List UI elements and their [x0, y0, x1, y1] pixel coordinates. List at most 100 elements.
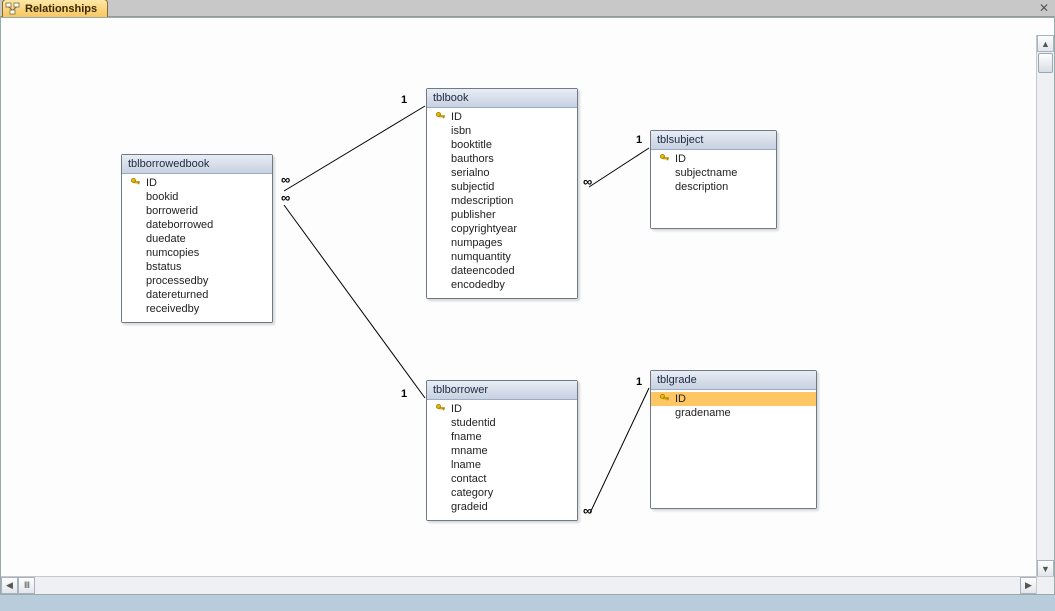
field-label: booktitle [435, 139, 492, 151]
field-id[interactable]: ID [655, 152, 772, 166]
field-label: duedate [130, 233, 186, 245]
field-label: ID [449, 111, 462, 123]
table-header[interactable]: tblgrade [651, 371, 816, 390]
field-label: gradeid [435, 501, 488, 513]
field-mname[interactable]: mname [431, 444, 573, 458]
field-gradeid[interactable]: gradeid [431, 500, 573, 514]
table-body: ID bookid borrowerid dateborrowed duedat… [122, 174, 272, 322]
field-id[interactable]: ID [431, 402, 573, 416]
field-datereturned[interactable]: datereturned [126, 288, 268, 302]
tab-label: Relationships [25, 3, 97, 15]
field-processedby[interactable]: processedby [126, 274, 268, 288]
primary-key-icon [435, 403, 449, 415]
field-label: publisher [435, 209, 496, 221]
table-header[interactable]: tblborrowedbook [122, 155, 272, 174]
scroll-down-button[interactable]: ▼ [1037, 560, 1054, 577]
primary-key-icon [659, 153, 673, 165]
field-id[interactable]: ID [126, 176, 268, 190]
field-label: numquantity [435, 251, 511, 263]
table-body: ID studentid fname mname lname contact c… [427, 400, 577, 520]
primary-key-icon [130, 177, 144, 189]
field-description[interactable]: description [655, 180, 772, 194]
table-header[interactable]: tblsubject [651, 131, 776, 150]
scroll-corner [1036, 576, 1054, 594]
field-contact[interactable]: contact [431, 472, 573, 486]
field-id[interactable]: ID [651, 392, 816, 406]
field-label: dateencoded [435, 265, 515, 277]
scroll-left-button[interactable]: ◀ [1, 577, 18, 594]
field-bookid[interactable]: bookid [126, 190, 268, 204]
field-dateencoded[interactable]: dateencoded [431, 264, 573, 278]
field-lname[interactable]: lname [431, 458, 573, 472]
field-numcopies[interactable]: numcopies [126, 246, 268, 260]
primary-key-icon [435, 111, 449, 123]
field-numquantity[interactable]: numquantity [431, 250, 573, 264]
field-label: ID [673, 393, 686, 405]
close-button[interactable]: ✕ [1037, 2, 1051, 14]
field-gradename[interactable]: gradename [655, 406, 812, 420]
field-label: fname [435, 431, 482, 443]
field-dateborrowed[interactable]: dateborrowed [126, 218, 268, 232]
field-label: copyrightyear [435, 223, 517, 235]
field-publisher[interactable]: publisher [431, 208, 573, 222]
card-label-many: ∞ [280, 176, 291, 184]
field-label: subjectid [435, 181, 494, 193]
card-label-one: 1 [635, 134, 643, 146]
primary-key-icon [659, 393, 673, 405]
field-label: encodedby [435, 279, 505, 291]
field-label: contact [435, 473, 486, 485]
field-label: processedby [130, 275, 208, 287]
field-isbn[interactable]: isbn [431, 124, 573, 138]
field-copyrightyear[interactable]: copyrightyear [431, 222, 573, 236]
card-label-one: 1 [400, 94, 408, 106]
card-label-many: ∞ [280, 194, 291, 202]
card-label-one: 1 [400, 388, 408, 400]
tab-relationships[interactable]: Relationships [2, 0, 108, 17]
tab-bar: Relationships ✕ [0, 0, 1055, 17]
horizontal-scrollbar[interactable]: ◀ Ⅲ ▶ [1, 576, 1037, 594]
field-label: studentid [435, 417, 496, 429]
relationships-canvas[interactable]: 1 ∞ 1 ∞ 1 ∞ 1 ∞ tblborrowedbook ID booki… [0, 17, 1055, 595]
table-header[interactable]: tblbook [427, 89, 577, 108]
field-borrowerid[interactable]: borrowerid [126, 204, 268, 218]
vertical-scrollbar[interactable]: ▲ ▼ [1036, 35, 1054, 577]
scroll-up-button[interactable]: ▲ [1037, 35, 1054, 52]
table-tblborrowedbook[interactable]: tblborrowedbook ID bookid borrowerid dat… [121, 154, 273, 323]
field-label: isbn [435, 125, 471, 137]
field-label: numpages [435, 237, 502, 249]
field-fname[interactable]: fname [431, 430, 573, 444]
field-id[interactable]: ID [431, 110, 573, 124]
split-handle[interactable]: Ⅲ [18, 577, 35, 594]
field-bauthors[interactable]: bauthors [431, 152, 573, 166]
field-duedate[interactable]: duedate [126, 232, 268, 246]
field-studentid[interactable]: studentid [431, 416, 573, 430]
table-header[interactable]: tblborrower [427, 381, 577, 400]
field-subjectname[interactable]: subjectname [655, 166, 772, 180]
field-label: dateborrowed [130, 219, 213, 231]
field-booktitle[interactable]: booktitle [431, 138, 573, 152]
field-category[interactable]: category [431, 486, 573, 500]
table-tblsubject[interactable]: tblsubject ID subjectname description [650, 130, 777, 229]
field-numpages[interactable]: numpages [431, 236, 573, 250]
relationships-icon [5, 2, 21, 16]
scroll-right-button[interactable]: ▶ [1020, 577, 1037, 594]
field-subjectid[interactable]: subjectid [431, 180, 573, 194]
card-label-many: ∞ [582, 507, 593, 515]
field-label: description [659, 181, 728, 193]
table-body: ID isbn booktitle bauthors serialno subj… [427, 108, 577, 298]
field-label: mdescription [435, 195, 513, 207]
field-encodedby[interactable]: encodedby [431, 278, 573, 292]
field-receivedby[interactable]: receivedby [126, 302, 268, 316]
table-tblbook[interactable]: tblbook ID isbn booktitle bauthors seria… [426, 88, 578, 299]
field-label: lname [435, 459, 481, 471]
scroll-thumb[interactable] [1038, 53, 1053, 73]
field-mdescription[interactable]: mdescription [431, 194, 573, 208]
table-tblborrower[interactable]: tblborrower ID studentid fname mname lna… [426, 380, 578, 521]
field-label: bauthors [435, 153, 494, 165]
field-label: mname [435, 445, 488, 457]
field-bstatus[interactable]: bstatus [126, 260, 268, 274]
card-label-one: 1 [635, 376, 643, 388]
table-tblgrade[interactable]: tblgrade ID gradename [650, 370, 817, 509]
field-label: datereturned [130, 289, 208, 301]
field-serialno[interactable]: serialno [431, 166, 573, 180]
